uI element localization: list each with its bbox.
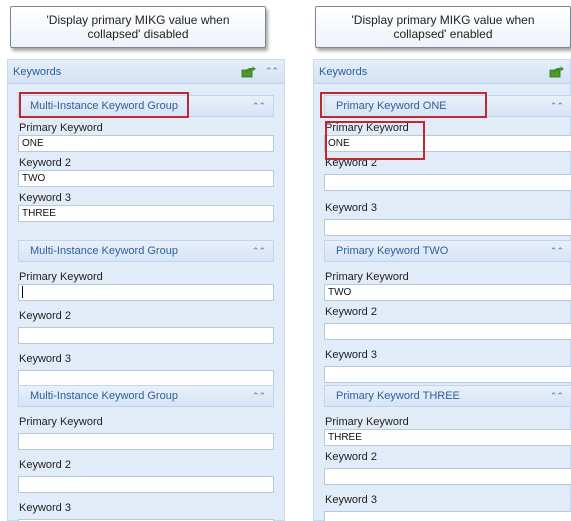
group-header[interactable]: Multi-Instance Keyword Group ⌃⌃ [18, 240, 274, 262]
primary-keyword-input[interactable]: THREE [324, 429, 571, 446]
primary-keyword-input[interactable]: ONE [18, 135, 274, 152]
field-label: Keyword 3 [19, 192, 71, 204]
double-chevron-up-icon[interactable]: ⌃⌃ [252, 246, 266, 257]
keyword-3-input[interactable] [324, 219, 571, 236]
field-label: Keyword 2 [325, 451, 377, 463]
keyword-3-input[interactable] [324, 511, 571, 521]
field-label: Primary Keyword [19, 122, 103, 134]
field-label: Primary Keyword [19, 416, 103, 428]
field-label: Keyword 3 [325, 349, 377, 361]
group-header[interactable]: Primary Keyword ONE ⌃⌃ [324, 95, 571, 117]
group-title: Primary Keyword TWO [336, 245, 449, 257]
field-label: Keyword 2 [19, 157, 71, 169]
panel-header: Keywords [314, 60, 570, 84]
field-label: Primary Keyword [325, 271, 409, 283]
field-label: Keyword 2 [325, 157, 377, 169]
group-title: Multi-Instance Keyword Group [30, 245, 178, 257]
keyword-2-input[interactable] [324, 323, 571, 340]
keyword-3-input[interactable] [324, 366, 571, 383]
group-header[interactable]: Multi-Instance Keyword Group ⌃⌃ [18, 385, 274, 407]
callout-enabled: 'Display primary MIKG value when collaps… [315, 6, 571, 48]
keyword-3-input[interactable]: THREE [18, 205, 274, 222]
field-label: Primary Keyword [325, 416, 409, 428]
group-header[interactable]: Primary Keyword THREE ⌃⌃ [324, 385, 571, 407]
keywords-panel-left: Keywords ⌃⌃ Multi-Instance Keyword Group… [7, 59, 285, 521]
group-title: Primary Keyword ONE [336, 100, 447, 112]
field-label: Keyword 2 [19, 459, 71, 471]
field-label: Keyword 3 [19, 502, 71, 514]
keyword-2-input[interactable] [324, 174, 571, 191]
keyword-2-input[interactable] [18, 476, 274, 493]
double-chevron-up-icon[interactable]: ⌃⌃ [550, 101, 564, 112]
group-title: Multi-Instance Keyword Group [30, 390, 178, 402]
panel-title: Keywords [319, 65, 368, 78]
double-chevron-up-icon[interactable]: ⌃⌃ [252, 101, 266, 112]
keyword-group: Primary Keyword TWO ⌃⌃ Primary Keyword T… [324, 240, 571, 383]
group-header[interactable]: Primary Keyword TWO ⌃⌃ [324, 240, 571, 262]
panel-header: Keywords ⌃⌃ [8, 60, 284, 84]
text-caret [22, 286, 23, 299]
panel-title: Keywords [13, 65, 62, 78]
keyword-group: Multi-Instance Keyword Group ⌃⌃ Primary … [18, 240, 274, 387]
keyword-2-input[interactable]: TWO [18, 170, 274, 187]
callout-line: 'Display primary MIKG value when [46, 13, 230, 27]
folder-arrow-icon[interactable] [549, 65, 564, 78]
keyword-group: Multi-Instance Keyword Group ⌃⌃ Primary … [18, 95, 274, 222]
field-label: Primary Keyword [325, 122, 409, 134]
field-label: Keyword 3 [325, 202, 377, 214]
double-chevron-up-icon[interactable]: ⌃⌃ [265, 66, 279, 77]
keyword-group: Primary Keyword THREE ⌃⌃ Primary Keyword… [324, 385, 571, 521]
primary-keyword-input[interactable]: TWO [324, 284, 571, 301]
field-label: Keyword 2 [325, 306, 377, 318]
group-title: Multi-Instance Keyword Group [30, 100, 178, 112]
primary-keyword-input[interactable] [18, 284, 274, 301]
primary-keyword-input[interactable] [18, 433, 274, 450]
double-chevron-up-icon[interactable]: ⌃⌃ [252, 391, 266, 402]
group-title: Primary Keyword THREE [336, 390, 460, 402]
field-label: Primary Keyword [19, 271, 103, 283]
keyword-2-input[interactable] [18, 327, 274, 344]
double-chevron-up-icon[interactable]: ⌃⌃ [550, 391, 564, 402]
field-label: Keyword 3 [19, 353, 71, 365]
callout-line: collapsed' disabled [87, 27, 189, 41]
callout-line: 'Display primary MIKG value when [351, 13, 535, 27]
field-label: Keyword 2 [19, 310, 71, 322]
field-label: Keyword 3 [325, 494, 377, 506]
keyword-2-input[interactable] [324, 468, 571, 485]
keyword-group: Multi-Instance Keyword Group ⌃⌃ Primary … [18, 385, 274, 521]
keyword-group: Primary Keyword ONE ⌃⌃ Primary Keyword O… [324, 95, 571, 236]
double-chevron-up-icon[interactable]: ⌃⌃ [550, 246, 564, 257]
keywords-panel-right: Keywords Primary Keyword ONE ⌃⌃ Primary … [313, 59, 571, 521]
group-header[interactable]: Multi-Instance Keyword Group ⌃⌃ [18, 95, 274, 117]
folder-arrow-icon[interactable] [241, 65, 256, 78]
callout-line: collapsed' enabled [393, 27, 493, 41]
primary-keyword-input[interactable]: ONE [324, 135, 571, 152]
callout-disabled: 'Display primary MIKG value when collaps… [10, 6, 266, 48]
